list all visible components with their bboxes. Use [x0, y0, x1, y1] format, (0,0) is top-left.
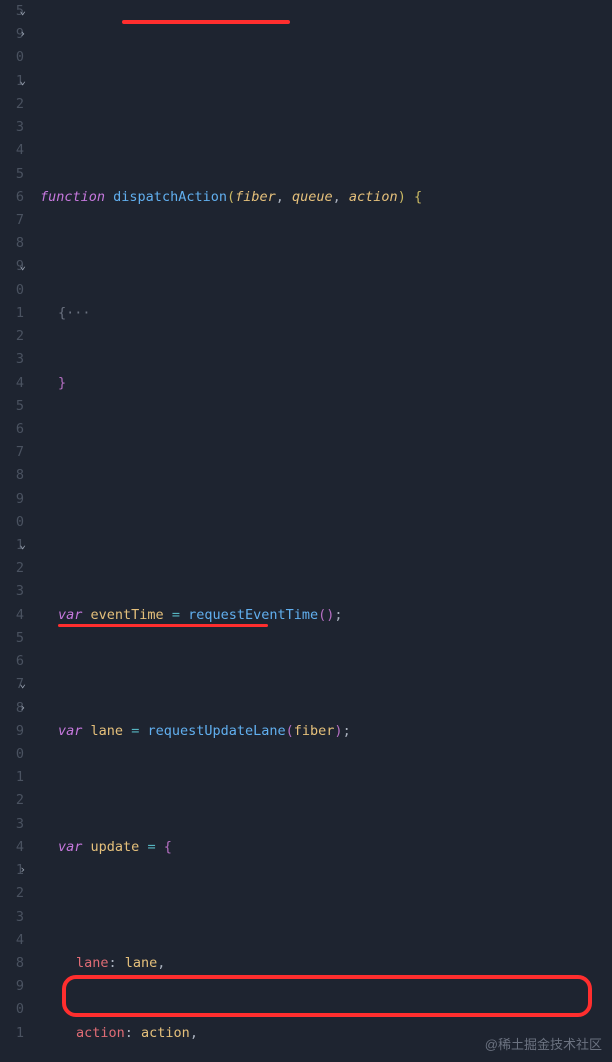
code-line[interactable]: var lane = requestUpdateLane(fiber); [40, 720, 612, 743]
code-line[interactable]: var update = { [40, 836, 612, 859]
line-number: 1⌄ [0, 534, 24, 557]
line-number: 7 [0, 441, 24, 464]
line-number: 6 [0, 418, 24, 441]
line-number: 3 [0, 813, 24, 836]
chevron-down-icon[interactable]: ⌄ [12, 675, 26, 689]
line-number: 9 [0, 975, 24, 998]
line-number: 0 [0, 743, 24, 766]
chevron-down-icon[interactable]: ⌄ [12, 257, 26, 271]
code-line-blank[interactable] [40, 488, 612, 511]
line-number: 2 [0, 325, 24, 348]
chevron-down-icon[interactable]: ⌄ [12, 536, 26, 550]
line-number: 4 [0, 372, 24, 395]
chevron-right-icon[interactable]: › [12, 861, 26, 875]
line-number: 2 [0, 789, 24, 812]
line-number: 9 [0, 720, 24, 743]
line-number: 6 [0, 186, 24, 209]
line-number: 3 [0, 116, 24, 139]
gutter: 5⌄9›01⌄23456789⌄012345678901⌄234567⌄8›90… [0, 0, 28, 1062]
watermark: @稀土掘金技术社区 [485, 1034, 602, 1056]
code-line[interactable]: function dispatchAction(fiber, queue, ac… [40, 186, 612, 209]
keyword-function: function [40, 189, 105, 205]
line-number: 5 [0, 395, 24, 418]
line-number: 4 [0, 929, 24, 952]
line-number: 6 [0, 650, 24, 673]
line-number: 1 [0, 302, 24, 325]
line-number: 2 [0, 882, 24, 905]
line-number: 3 [0, 580, 24, 603]
line-number: 3 [0, 348, 24, 371]
line-number: 9 [0, 488, 24, 511]
line-number: 4 [0, 604, 24, 627]
line-number: 7⌄ [0, 673, 24, 696]
line-number: 9⌄ [0, 255, 24, 278]
line-number: 0 [0, 46, 24, 69]
line-number: 5⌄ [0, 0, 24, 23]
code-line-folded[interactable]: {··· [40, 302, 612, 325]
line-number: 5 [0, 163, 24, 186]
chevron-down-icon[interactable]: ⌄ [12, 72, 26, 86]
line-number: 5 [0, 627, 24, 650]
line-number: 2 [0, 93, 24, 116]
highlight-underline-1 [122, 20, 290, 24]
code-line[interactable]: lane: lane, [40, 952, 612, 975]
line-number: 1⌄ [0, 70, 24, 93]
highlight-underline-2 [58, 624, 268, 627]
line-number: 1› [0, 859, 24, 882]
line-number: 0 [0, 998, 24, 1021]
function-name: dispatchAction [113, 189, 227, 205]
line-number: 0 [0, 279, 24, 302]
line-number: 8 [0, 952, 24, 975]
line-number: 4 [0, 836, 24, 859]
line-number: 4 [0, 139, 24, 162]
line-number: 9› [0, 23, 24, 46]
line-number: 7 [0, 209, 24, 232]
line-number: 3 [0, 906, 24, 929]
line-number: 8 [0, 232, 24, 255]
highlight-box [62, 975, 592, 1017]
line-number: 8› [0, 697, 24, 720]
code-area[interactable]: function dispatchAction(fiber, queue, ac… [28, 0, 612, 1062]
line-number: 2 [0, 557, 24, 580]
line-number: 8 [0, 464, 24, 487]
chevron-right-icon[interactable]: › [12, 25, 26, 39]
line-number: 1 [0, 1022, 24, 1045]
code-line[interactable]: } [40, 372, 612, 395]
line-number: 1 [0, 766, 24, 789]
code-editor[interactable]: 5⌄9›01⌄23456789⌄012345678901⌄234567⌄8›90… [0, 0, 612, 1062]
chevron-right-icon[interactable]: › [12, 699, 26, 713]
chevron-down-icon[interactable]: ⌄ [12, 2, 26, 16]
line-number: 0 [0, 511, 24, 534]
